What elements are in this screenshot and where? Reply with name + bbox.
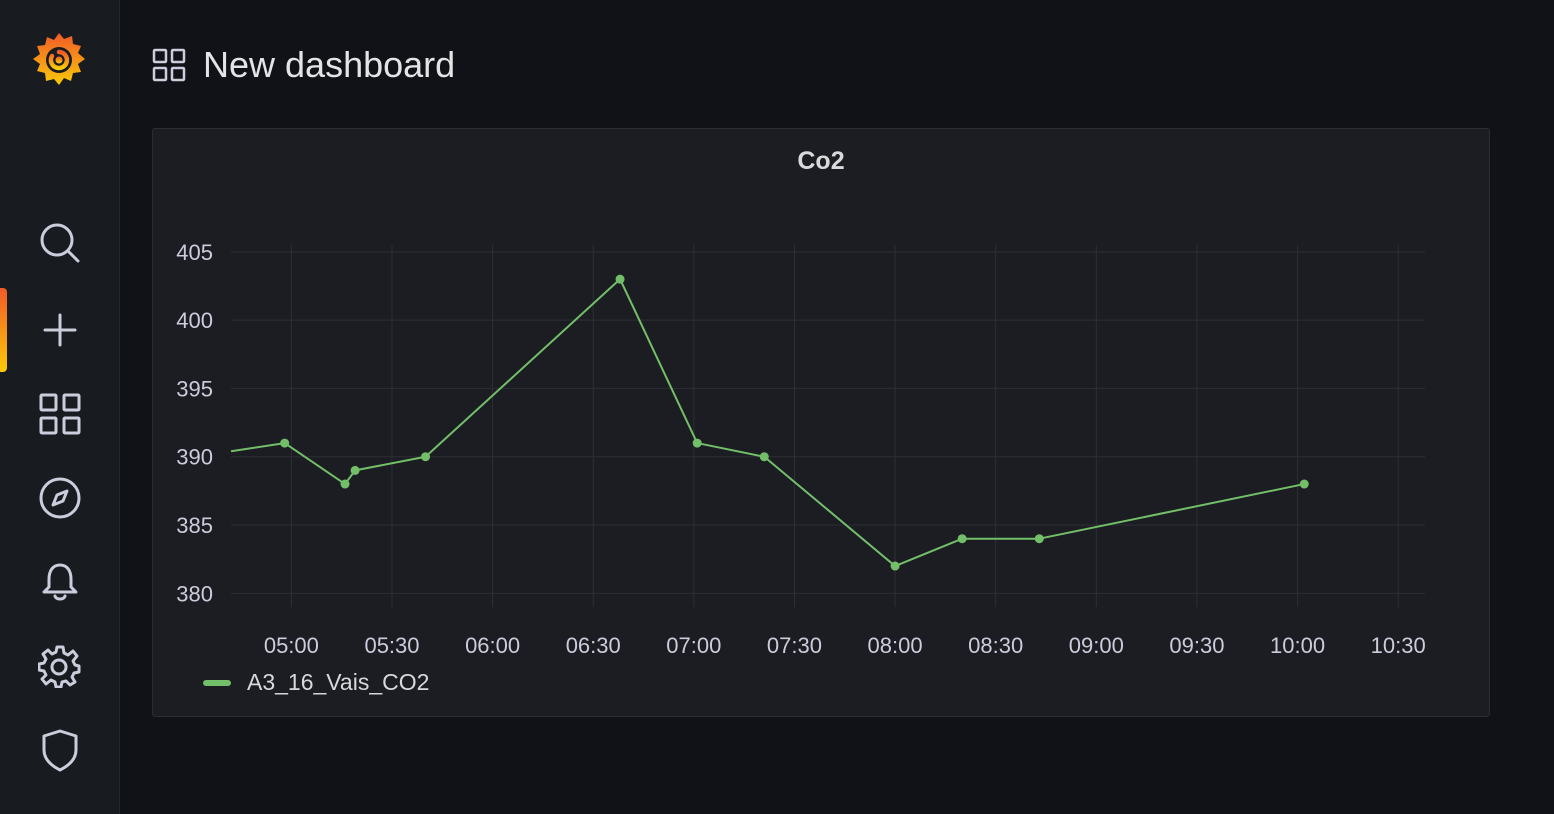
legend-label: A3_16_Vais_CO2 [247, 669, 430, 695]
nav-configuration[interactable] [0, 631, 119, 701]
chart[interactable]: 380 385 390 395 400 405 05:00 05:30 06:00 06:30 07… [153, 129, 1491, 718]
dashboard-header: New dashboard [152, 40, 455, 90]
data-point [421, 452, 431, 462]
legend-item[interactable]: A3_16_Vais_CO2 [203, 669, 429, 696]
search-icon [40, 223, 79, 263]
data-point [280, 438, 290, 448]
x-tick-label: 09:30 [1169, 633, 1224, 658]
data-point [340, 479, 350, 489]
y-tick-label: 385 [176, 513, 213, 538]
data-point [957, 534, 967, 544]
graph-panel[interactable]: Co2 380 385 390 395 400 405 05:00 05:30 06:00 06:… [152, 128, 1490, 717]
y-tick-label: 390 [176, 445, 213, 470]
x-tick-label: 07:00 [666, 633, 721, 658]
x-tick-label: 06:30 [566, 633, 621, 658]
x-tick-label: 08:00 [868, 633, 923, 658]
x-tick-label: 08:30 [968, 633, 1023, 658]
x-tick-label: 10:00 [1270, 633, 1325, 658]
data-point [350, 465, 360, 475]
side-menu [0, 0, 120, 814]
gear-icon [37, 645, 80, 688]
x-tick-label: 07:30 [767, 633, 822, 658]
nav-dashboards[interactable] [0, 379, 119, 449]
y-tick-label: 380 [176, 581, 213, 606]
nav-explore[interactable] [0, 463, 119, 533]
data-point [615, 274, 625, 284]
bell-icon [42, 563, 77, 601]
y-tick-label: 400 [176, 308, 213, 333]
grafana-logo-icon[interactable] [28, 29, 90, 91]
nav-alerting[interactable] [0, 547, 119, 617]
shield-icon [42, 729, 77, 772]
data-point [1034, 534, 1044, 544]
data-point [890, 561, 900, 571]
apps-icon [39, 393, 80, 435]
x-tick-label: 09:00 [1069, 633, 1124, 658]
data-point [692, 438, 702, 448]
legend-swatch [203, 679, 231, 686]
plus-icon [43, 313, 76, 347]
y-tick-label: 395 [176, 376, 213, 401]
y-tick-label: 405 [176, 240, 213, 265]
nav-create[interactable] [0, 295, 119, 365]
apps-icon [152, 48, 186, 82]
nav-server-admin[interactable] [0, 715, 119, 785]
x-tick-label: 05:00 [264, 633, 319, 658]
compass-icon [39, 477, 80, 519]
page-title[interactable]: New dashboard [203, 44, 455, 86]
x-tick-label: 10:30 [1371, 633, 1426, 658]
data-point [759, 452, 769, 462]
data-point [1299, 479, 1309, 489]
x-tick-label: 05:30 [364, 633, 419, 658]
x-tick-label: 06:00 [465, 633, 520, 658]
nav-search[interactable] [0, 208, 119, 278]
